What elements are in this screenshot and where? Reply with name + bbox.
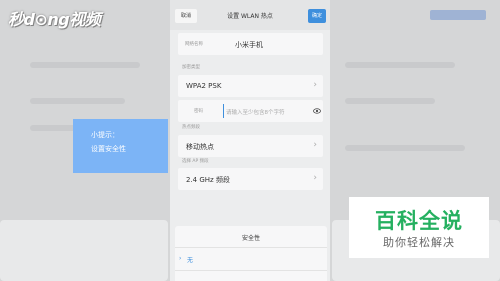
dialog-header: 取消 设置 WLAN 热点 确定 <box>170 0 330 30</box>
network-name-field[interactable]: 网络名称 小米手机 <box>178 33 323 55</box>
dialog-title: 设置 WLAN 热点 <box>227 13 273 20</box>
blurred-row <box>345 145 465 151</box>
divider <box>175 270 327 271</box>
divider <box>175 247 327 248</box>
network-name-value: 小米手机 <box>235 41 263 49</box>
ap-band-value: 2.4 GHz 频段 <box>186 176 230 184</box>
ap-band-row[interactable]: 2.4 GHz 频段 › <box>178 168 323 190</box>
video-logo-watermark: 秒d⊙ng视频 <box>8 10 101 29</box>
password-label: 密码 <box>194 109 203 114</box>
blurred-row <box>30 62 140 68</box>
network-name-label: 网络名称 <box>185 42 203 47</box>
show-password-eye-icon[interactable] <box>313 107 321 115</box>
password-placeholder: 请输入至少包含8个字符 <box>226 110 285 116</box>
tip-text: 设置安全性 <box>91 145 126 153</box>
selected-arrow-icon: › <box>179 255 182 262</box>
text-cursor <box>223 104 224 118</box>
chevron-right-icon: › <box>313 140 317 150</box>
security-type-value: WPA2 PSK <box>186 82 222 90</box>
security-sheet-title: 安全性 <box>241 235 260 242</box>
blurred-row <box>345 98 435 104</box>
chevron-right-icon: › <box>313 173 317 183</box>
chevron-right-icon: › <box>313 80 317 90</box>
security-sheet: 安全性 › 无 <box>175 226 327 281</box>
security-type-row[interactable]: WPA2 PSK › <box>178 75 323 97</box>
baike-title: 百科全说 <box>375 209 463 233</box>
ap-band-label: 选择 AP 频段 <box>182 159 209 164</box>
band-section-label: 热点频段 <box>182 125 200 130</box>
hotspot-band-value: 移动热点 <box>186 143 214 151</box>
baike-slogan: 助你轻松解决 <box>383 236 455 249</box>
tip-title: 小提示： <box>91 131 119 139</box>
baike-watermark: 百科全说 助你轻松解决 <box>349 197 489 258</box>
blurred-row <box>30 98 125 104</box>
tip-panel: 小提示： 设置安全性 <box>73 119 168 173</box>
hotspot-band-row[interactable]: 移动热点 › <box>178 135 323 157</box>
blurred-panel <box>0 220 168 281</box>
security-option-none[interactable]: 无 <box>187 255 193 264</box>
password-field[interactable]: 密码 请输入至少包含8个字符 <box>178 100 323 122</box>
ok-button[interactable]: 确定 <box>308 9 326 23</box>
blurred-row <box>345 62 455 68</box>
security-type-label: 加密类型 <box>182 65 200 70</box>
blurred-blue-button <box>430 10 486 20</box>
